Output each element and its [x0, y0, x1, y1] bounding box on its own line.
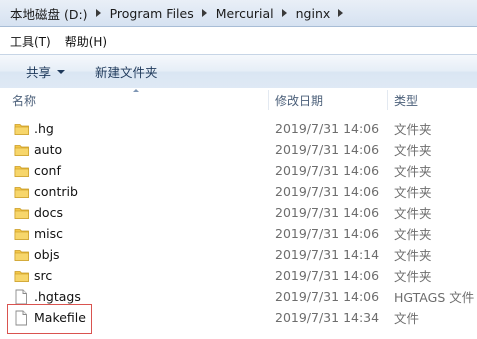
file-type: 文件夹	[394, 143, 432, 158]
breadcrumb-nginx[interactable]: nginx	[294, 6, 333, 21]
file-date: 2019/7/31 14:14	[275, 247, 380, 262]
file-type: HGTAGS 文件	[394, 290, 475, 305]
file-type: 文件夹	[394, 206, 432, 221]
file-date: 2019/7/31 14:06	[275, 163, 380, 178]
list-item[interactable]: conf 2019/7/31 14:06 文件夹	[0, 160, 477, 181]
file-name: src	[34, 268, 53, 283]
new-folder-button[interactable]: 新建文件夹	[89, 62, 164, 81]
folder-icon	[14, 202, 30, 223]
breadcrumb-program-files[interactable]: Program Files	[108, 6, 196, 21]
column-header-date[interactable]: 修改日期	[275, 88, 323, 112]
column-divider[interactable]	[268, 90, 269, 110]
folder-icon	[14, 181, 30, 202]
breadcrumb-chevron-icon[interactable]	[95, 9, 101, 17]
column-header-type[interactable]: 类型	[394, 88, 418, 112]
column-headers: 名称 修改日期 类型	[0, 88, 477, 112]
file-type: 文件夹	[394, 227, 432, 242]
dropdown-caret-icon	[57, 70, 66, 74]
file-name: .hg	[34, 121, 54, 136]
folder-icon	[14, 139, 30, 160]
list-item[interactable]: auto 2019/7/31 14:06 文件夹	[0, 139, 477, 160]
address-bar[interactable]: 本地磁盘 (D:) Program Files Mercurial nginx	[0, 0, 477, 27]
list-item[interactable]: contrib 2019/7/31 14:06 文件夹	[0, 181, 477, 202]
file-type: 文件夹	[394, 269, 432, 284]
menu-bar: 工具(T) 帮助(H)	[0, 30, 477, 52]
sort-ascending-icon	[133, 89, 139, 92]
list-item[interactable]: misc 2019/7/31 14:06 文件夹	[0, 223, 477, 244]
file-type: 文件	[394, 311, 420, 326]
file-date: 2019/7/31 14:06	[275, 268, 380, 283]
file-date: 2019/7/31 14:34	[275, 310, 380, 325]
menu-tools[interactable]: 工具(T)	[4, 33, 57, 50]
folder-icon	[14, 223, 30, 244]
file-date: 2019/7/31 14:06	[275, 184, 380, 199]
folder-icon	[14, 265, 30, 286]
list-item[interactable]: docs 2019/7/31 14:06 文件夹	[0, 202, 477, 223]
file-name: auto	[34, 142, 63, 157]
file-name: docs	[34, 205, 63, 220]
file-date: 2019/7/31 14:06	[275, 226, 380, 241]
file-name: misc	[34, 226, 64, 241]
list-item[interactable]: objs 2019/7/31 14:14 文件夹	[0, 244, 477, 265]
new-folder-label: 新建文件夹	[95, 65, 158, 80]
file-date: 2019/7/31 14:06	[275, 121, 380, 136]
file-date: 2019/7/31 14:06	[275, 142, 380, 157]
file-name: contrib	[34, 184, 78, 199]
list-item[interactable]: .hg 2019/7/31 14:06 文件夹	[0, 118, 477, 139]
breadcrumb-chevron-icon[interactable]	[281, 9, 287, 17]
file-type: 文件夹	[394, 122, 432, 137]
column-header-name[interactable]: 名称	[12, 88, 36, 112]
file-name: objs	[34, 247, 60, 262]
share-label: 共享	[26, 65, 52, 80]
file-date: 2019/7/31 14:06	[275, 205, 380, 220]
highlight-box	[7, 304, 92, 334]
file-name: conf	[34, 163, 61, 178]
file-date: 2019/7/31 14:06	[275, 289, 380, 304]
command-bar: 共享 新建文件夹	[0, 54, 477, 89]
file-type: 文件夹	[394, 248, 432, 263]
file-type: 文件夹	[394, 185, 432, 200]
file-type: 文件夹	[394, 164, 432, 179]
column-divider[interactable]	[387, 90, 388, 110]
breadcrumb: 本地磁盘 (D:) Program Files Mercurial nginx	[8, 4, 350, 22]
breadcrumb-drive[interactable]: 本地磁盘 (D:)	[8, 4, 90, 23]
breadcrumb-chevron-icon[interactable]	[338, 9, 344, 17]
explorer-window: 本地磁盘 (D:) Program Files Mercurial nginx …	[0, 0, 477, 339]
folder-icon	[14, 244, 30, 265]
folder-icon	[14, 118, 30, 139]
folder-icon	[14, 160, 30, 181]
breadcrumb-mercurial[interactable]: Mercurial	[214, 6, 276, 21]
list-item[interactable]: src 2019/7/31 14:06 文件夹	[0, 265, 477, 286]
menu-help[interactable]: 帮助(H)	[59, 33, 113, 50]
share-button[interactable]: 共享	[20, 62, 71, 81]
breadcrumb-chevron-icon[interactable]	[201, 9, 207, 17]
